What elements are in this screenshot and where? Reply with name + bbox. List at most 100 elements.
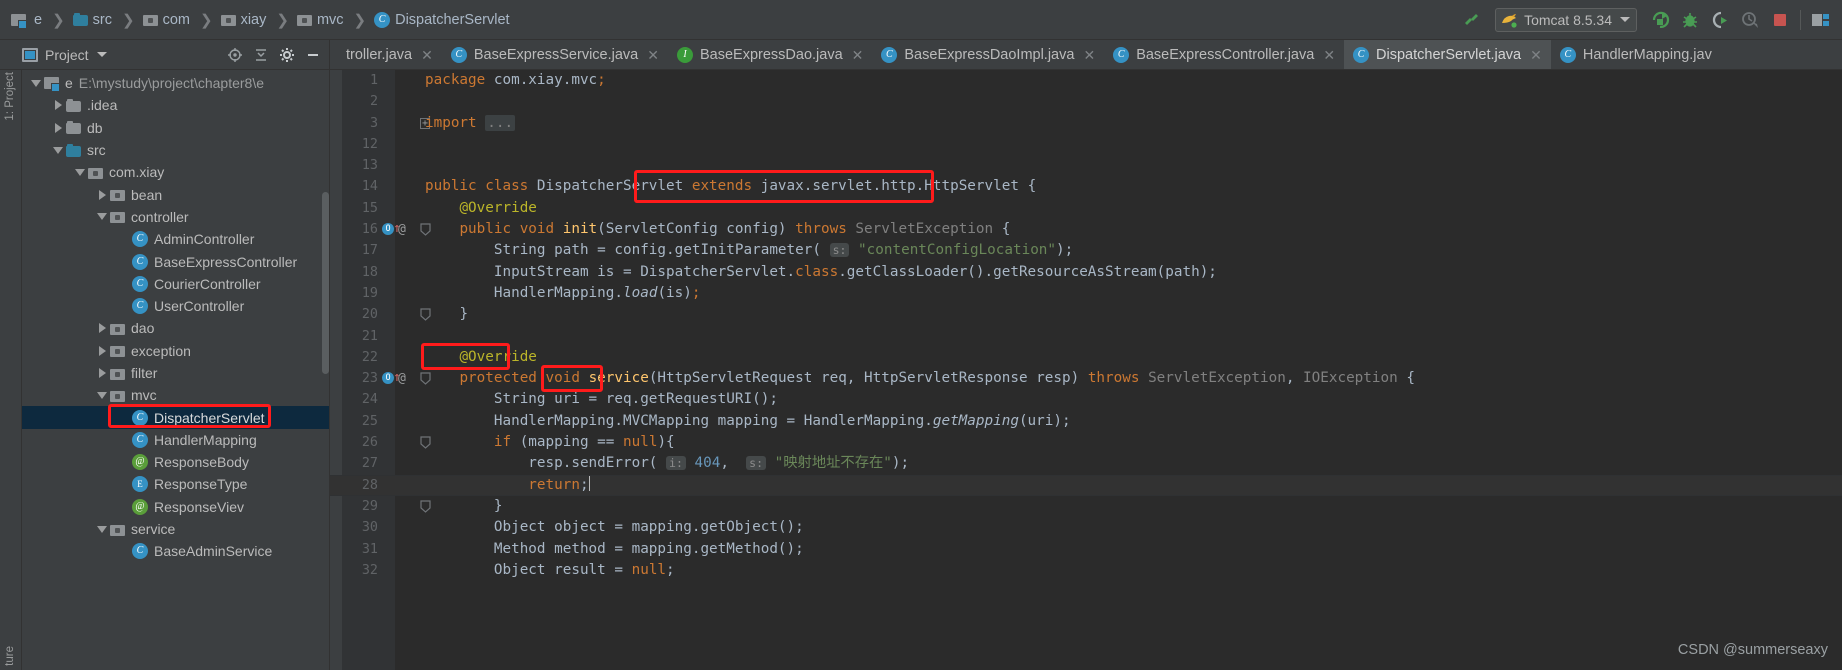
editor-tab-baseexpressdaoimpl[interactable]: C BaseExpressDaoImpl.java ✕ (872, 40, 1104, 69)
chevron-down-icon[interactable] (50, 142, 66, 158)
run-button[interactable] (1645, 7, 1675, 33)
tree-item[interactable]: .idea (22, 94, 329, 116)
chevron-right-icon[interactable] (94, 187, 110, 203)
code-line[interactable]: 30 Object object = mapping.getObject(); (330, 517, 1842, 538)
chevron-down-icon[interactable] (94, 521, 110, 537)
tree-item-selected[interactable]: C DispatcherServlet (22, 406, 329, 429)
code-line[interactable]: 22 @Override (330, 347, 1842, 368)
breadcrumb-item-com[interactable]: com (140, 7, 193, 33)
code-line[interactable]: 31 Method method = mapping.getMethod(); (330, 539, 1842, 560)
chevron-down-icon[interactable] (96, 52, 107, 57)
editor-tab-baseexpressservice[interactable]: C BaseExpressService.java ✕ (442, 40, 668, 69)
close-icon[interactable]: ✕ (647, 48, 659, 62)
run-configuration-selector[interactable]: Tomcat 8.5.34 (1495, 7, 1637, 32)
code-line[interactable]: 19 HandlerMapping.load(is); (330, 283, 1842, 304)
breadcrumb-item-xiay[interactable]: xiay (218, 7, 270, 33)
close-icon[interactable]: ✕ (852, 48, 864, 62)
tree-item[interactable]: com.xiay (22, 161, 329, 183)
code-line[interactable]: 27 resp.sendError( i: 404, s: "映射地址不存在")… (330, 453, 1842, 474)
tree-item[interactable]: C AdminController (22, 228, 329, 250)
tree-item[interactable]: dao (22, 317, 329, 339)
gear-icon[interactable] (275, 43, 299, 67)
tree-item[interactable]: C CourierController (22, 273, 329, 295)
project-tree-scrollbar[interactable] (322, 192, 329, 374)
editor-tab-baseexpressdao[interactable]: I BaseExpressDao.java ✕ (668, 40, 872, 69)
tree-item[interactable]: C BaseExpressController (22, 250, 329, 272)
chevron-right-icon[interactable] (50, 97, 66, 113)
build-hammer-icon[interactable] (1457, 7, 1487, 33)
project-structure-button[interactable] (1806, 7, 1836, 33)
close-icon[interactable]: ✕ (1323, 48, 1335, 62)
breadcrumb-item-mvc[interactable]: mvc (294, 7, 347, 33)
package-icon (110, 210, 125, 224)
code-line[interactable]: 16 O ↑ @ public void init(ServletConfig con… (330, 219, 1842, 240)
close-icon[interactable]: ✕ (421, 48, 433, 62)
code-editor[interactable]: 1 package com.xiay.mvc; 2 3 + import ... 12 13 1… (330, 70, 1842, 670)
chevron-down-icon[interactable] (94, 387, 110, 403)
annotation-gutter-icon[interactable]: @ (398, 222, 406, 237)
chevron-down-icon[interactable] (72, 164, 88, 180)
code-line[interactable]: 14 public class DispatcherServlet extends… (330, 176, 1842, 197)
breadcrumb-item-src[interactable]: src (70, 7, 115, 33)
code-line[interactable]: 2 (330, 91, 1842, 112)
stop-button[interactable] (1765, 7, 1795, 33)
code-line[interactable]: 28 return; (330, 474, 1842, 496)
code-line[interactable]: 25 HandlerMapping.MVCMapping mapping = H… (330, 411, 1842, 432)
code-line[interactable]: 15 @Override (330, 198, 1842, 219)
tree-item[interactable]: C HandlerMapping (22, 429, 329, 451)
tree-item[interactable]: C BaseAdminService (22, 540, 329, 562)
tree-item[interactable]: @ ResponseBody (22, 451, 329, 473)
breadcrumb-item-e[interactable]: e (8, 7, 45, 33)
profiler-button[interactable] (1735, 7, 1765, 33)
close-icon[interactable]: ✕ (1530, 48, 1542, 62)
code-content[interactable]: 1 package com.xiay.mvc; 2 3 + import ... 12 13 1… (330, 70, 1842, 670)
tree-item[interactable]: filter (22, 362, 329, 384)
breadcrumb-item-dispatcherservlet[interactable]: C DispatcherServlet (371, 7, 512, 33)
tree-item[interactable]: exception (22, 340, 329, 362)
crosshair-target-icon[interactable] (223, 43, 247, 67)
chevron-right-icon[interactable] (94, 365, 110, 381)
stripe-button-structure[interactable]: ture (4, 646, 16, 666)
run-with-coverage-button[interactable] (1705, 7, 1735, 33)
chevron-right-icon[interactable] (94, 320, 110, 336)
code-line[interactable]: 21 (330, 326, 1842, 347)
tree-item[interactable]: db (22, 117, 329, 139)
tree-item[interactable]: @ ResponseViev (22, 496, 329, 518)
collapse-all-icon[interactable] (249, 43, 273, 67)
tree-item[interactable]: bean (22, 183, 329, 205)
tree-item[interactable]: E ResponseType (22, 473, 329, 495)
code-line[interactable]: 12 (330, 134, 1842, 155)
code-line[interactable]: 17 String path = config.getInitParameter… (330, 240, 1842, 261)
editor-tab-handlermapping.jav[interactable]: C HandlerMapping.jav (1551, 40, 1721, 69)
code-line[interactable]: 29 } (330, 496, 1842, 517)
code-line[interactable]: 32 Object result = null; (330, 560, 1842, 581)
tree-item[interactable]: src (22, 139, 329, 161)
editor-tab-baseexpresscontroller[interactable]: C BaseExpressController.java ✕ (1104, 40, 1344, 69)
stripe-button-project[interactable]: 1: Project (4, 72, 16, 121)
annotation-gutter-icon[interactable]: @ (398, 371, 406, 386)
code-line[interactable]: 3 + import ... (330, 113, 1842, 134)
editor-tab-troller[interactable]: troller.java ✕ (330, 40, 442, 69)
code-line[interactable]: 26 if (mapping == null){ (330, 432, 1842, 453)
minimize-dash-icon[interactable] (301, 43, 325, 67)
tree-item[interactable]: service (22, 518, 329, 540)
code-line[interactable]: 18 InputStream is = DispatcherServlet.cl… (330, 262, 1842, 283)
chevron-right-icon[interactable] (94, 343, 110, 359)
tree-item[interactable]: e E:\mystudy\project\chapter8\e (22, 72, 329, 94)
chevron-right-icon[interactable] (50, 120, 66, 136)
code-line[interactable]: 13 (330, 155, 1842, 176)
tree-item[interactable]: C UserController (22, 295, 329, 317)
debug-button[interactable] (1675, 7, 1705, 33)
editor-tab-dispatcherservlet[interactable]: C DispatcherServlet.java ✕ (1344, 40, 1551, 69)
tree-item[interactable]: controller (22, 206, 329, 228)
chevron-down-icon[interactable] (94, 209, 110, 225)
code-line[interactable]: 24 String uri = req.getRequestURI(); (330, 389, 1842, 410)
close-icon[interactable]: ✕ (1083, 48, 1095, 62)
tree-item-label: mvc (131, 387, 157, 404)
code-line[interactable]: 20 } (330, 304, 1842, 325)
chevron-down-icon[interactable] (1620, 17, 1630, 22)
code-line[interactable]: 23 O ↑ @ protected void service(HttpServlet… (330, 368, 1842, 389)
tree-item[interactable]: mvc (22, 384, 329, 406)
code-line[interactable]: 1 package com.xiay.mvc; (330, 70, 1842, 91)
chevron-down-icon[interactable] (28, 75, 44, 91)
